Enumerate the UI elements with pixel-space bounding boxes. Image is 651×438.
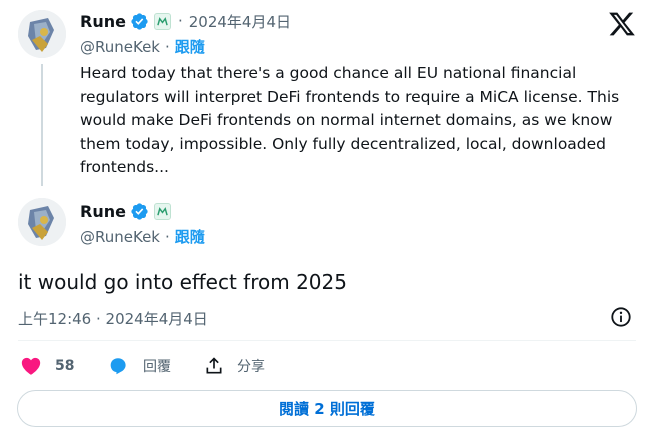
like-count: 58 xyxy=(55,358,75,374)
tweet-text-line: Heard today that there's a good chance a… xyxy=(80,64,577,82)
follow-link[interactable]: 跟隨 xyxy=(175,226,205,247)
author-name[interactable]: Rune xyxy=(80,202,126,221)
org-badge-icon xyxy=(153,202,171,220)
share-label: 分享 xyxy=(237,359,265,375)
avatar[interactable] xyxy=(18,10,66,58)
author-handle[interactable]: @RuneKek xyxy=(80,38,160,56)
reply-label: 回覆 xyxy=(143,359,171,375)
tweet-text-line: regulators will interpret DeFi frontends… xyxy=(80,87,620,106)
info-icon[interactable] xyxy=(610,306,632,328)
thread-connector-line xyxy=(41,64,43,186)
tweet-timestamp[interactable]: 上午12:46 · 2024年4月4日 xyxy=(18,308,208,329)
tweet-text-line: would make DeFi frontends on normal inte… xyxy=(80,111,613,129)
separator-dot: · xyxy=(177,12,183,30)
org-badge-icon xyxy=(153,12,171,30)
follow-link[interactable]: 跟隨 xyxy=(175,36,205,57)
author-name[interactable]: Rune xyxy=(80,12,126,31)
x-logo-icon[interactable] xyxy=(608,10,636,38)
reply-button[interactable]: 回覆 xyxy=(107,354,171,378)
avatar[interactable] xyxy=(18,198,66,246)
quoted-tweet-text: Heard today that there's a good chance a… xyxy=(80,62,645,180)
separator-dot: · xyxy=(165,37,170,56)
heart-icon xyxy=(20,355,42,377)
share-icon xyxy=(204,356,224,376)
like-button[interactable]: 58 xyxy=(20,354,74,378)
share-button[interactable]: 分享 xyxy=(204,354,265,378)
read-replies-button[interactable]: 閱讀 2 則回覆 xyxy=(17,390,637,427)
author-handle[interactable]: @RuneKek xyxy=(80,228,160,246)
tweet-text: it would go into effect from 2025 xyxy=(18,270,347,294)
separator-dot: · xyxy=(165,227,170,246)
verified-badge-icon xyxy=(130,12,149,31)
divider xyxy=(18,340,636,341)
tweet-text-line: them today, impossible. Only fully decen… xyxy=(80,134,607,153)
tweet-date[interactable]: 2024年4月4日 xyxy=(189,11,291,32)
tweet-text-line: frontends... xyxy=(80,158,169,176)
verified-badge-icon xyxy=(130,202,149,221)
reply-icon xyxy=(107,355,129,377)
